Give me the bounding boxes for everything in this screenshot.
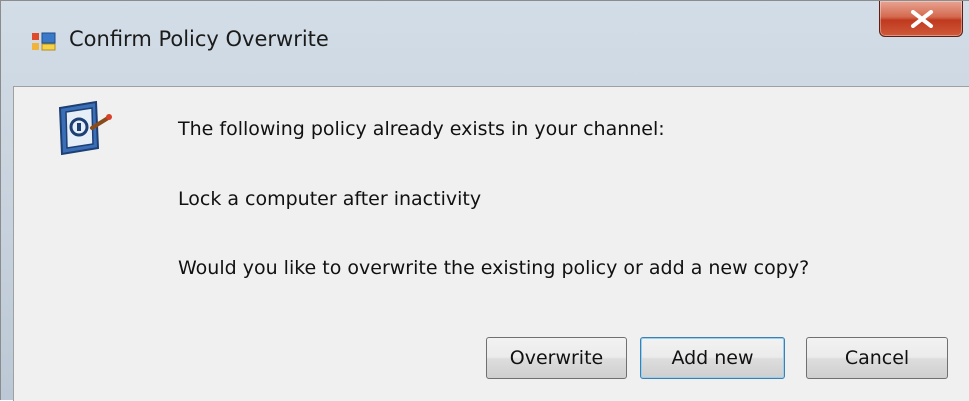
overwrite-button[interactable]: Overwrite [486, 337, 627, 379]
close-x-icon [911, 10, 933, 28]
close-button[interactable] [879, 1, 963, 37]
cancel-button[interactable]: Cancel [806, 337, 948, 379]
add-new-button[interactable]: Add new [640, 337, 785, 379]
policy-name: Lock a computer after inactivity [178, 188, 482, 210]
policy-app-icon [32, 32, 56, 51]
dialog-body: The following policy already exists in y… [13, 86, 969, 401]
window-title: Confirm Policy Overwrite [69, 27, 329, 51]
dialog-window: Confirm Policy Overwrite The following p… [0, 0, 969, 401]
message-question: Would you like to overwrite the existing… [178, 257, 810, 279]
message-line: The following policy already exists in y… [178, 118, 665, 140]
title-bar[interactable]: Confirm Policy Overwrite [1, 1, 969, 86]
lock-policy-icon [58, 100, 112, 156]
